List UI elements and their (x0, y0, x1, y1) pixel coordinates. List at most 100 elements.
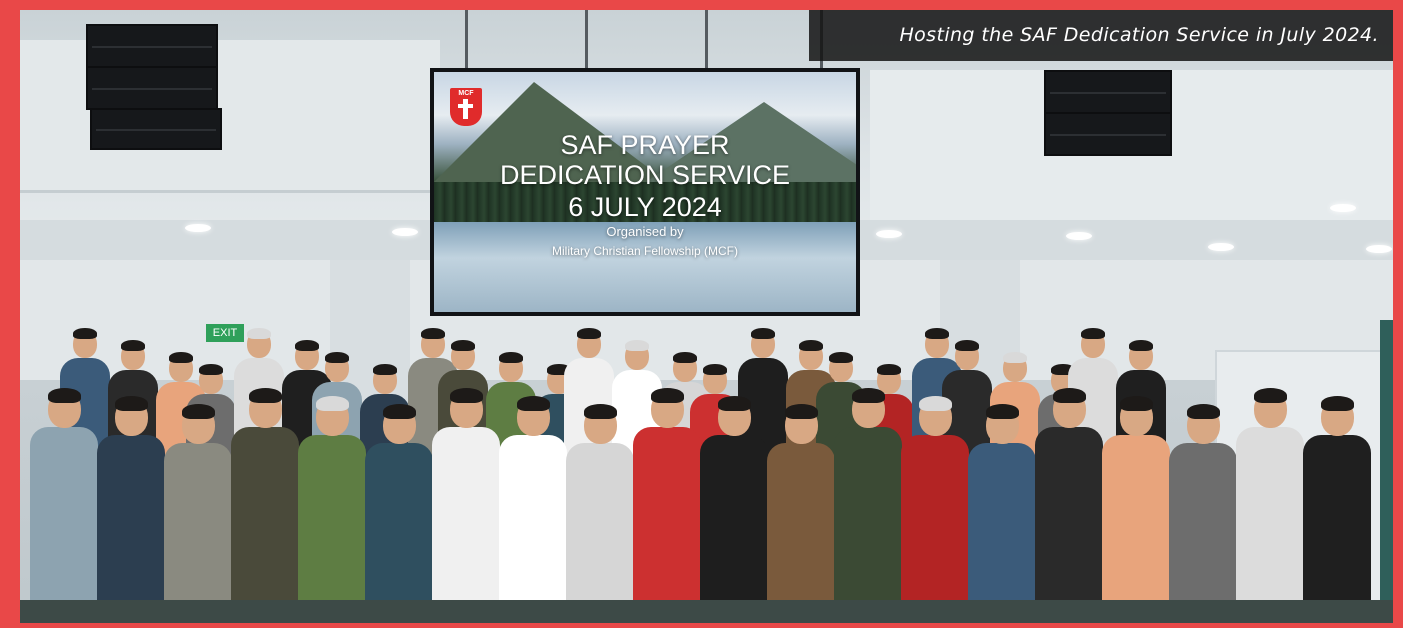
person-hair (798, 340, 823, 351)
person (633, 388, 702, 623)
person-hair (420, 328, 445, 339)
person-body (633, 427, 702, 623)
person-hair (1052, 388, 1086, 403)
person-body (566, 443, 635, 623)
person-hair (750, 328, 775, 339)
person-hair (650, 388, 684, 403)
person-hair (702, 364, 727, 375)
person-hair (1002, 352, 1027, 363)
person-hair (985, 404, 1019, 419)
person-hair (717, 396, 751, 411)
person (30, 388, 99, 623)
person-body (365, 443, 434, 623)
person (1236, 388, 1305, 623)
person-hair (449, 388, 483, 403)
person-body (1035, 427, 1104, 623)
ceiling-light-icon (1366, 245, 1392, 253)
ceiling-light-icon (876, 230, 902, 238)
person (1102, 396, 1171, 623)
slide-organised-label: Organised by (606, 224, 684, 239)
person-hair (954, 340, 979, 351)
projection-screen: MCF SAF PRAYER DEDICATION SERVICE 6 JULY… (430, 68, 860, 316)
group-photo: MCF SAF PRAYER DEDICATION SERVICE 6 JULY… (20, 10, 1393, 623)
person-body (97, 435, 166, 623)
speaker-icon (86, 24, 218, 68)
person-hair (918, 396, 952, 411)
person-body (1236, 427, 1305, 623)
person-body (767, 443, 836, 623)
ceiling-light-icon (1208, 243, 1234, 251)
person-hair (851, 388, 885, 403)
person-body (700, 435, 769, 623)
person-hair (72, 328, 97, 339)
person-hair (248, 388, 282, 403)
person-hair (372, 364, 397, 375)
person (700, 396, 769, 623)
person (164, 404, 233, 623)
speaker-icon (90, 108, 222, 150)
person-hair (516, 396, 550, 411)
person-hair (924, 328, 949, 339)
speaker-icon (1044, 112, 1172, 156)
ceiling-beam-left (20, 40, 440, 193)
ceiling-light-icon (185, 224, 211, 232)
person (901, 396, 970, 623)
person-body (1303, 435, 1372, 623)
person-hair (1080, 328, 1105, 339)
ceiling-light-icon (1330, 204, 1356, 212)
person-body (432, 427, 501, 623)
person-hair (1320, 396, 1354, 411)
person-body (298, 435, 367, 623)
caption-text: Hosting the SAF Dedication Service in Ju… (899, 24, 1379, 46)
slide-title-line2: DEDICATION SERVICE (499, 160, 791, 190)
person-hair (47, 388, 81, 403)
person (298, 396, 367, 623)
person-body (231, 427, 300, 623)
person-body (901, 435, 970, 623)
person-body (499, 435, 568, 623)
person (1303, 396, 1372, 623)
person (231, 388, 300, 623)
person-hair (294, 340, 319, 351)
mcf-logo-icon: MCF (450, 88, 482, 126)
person-hair (450, 340, 475, 351)
person (499, 396, 568, 623)
person-hair (246, 328, 271, 339)
cross-icon (458, 99, 473, 119)
screen-wire (465, 10, 468, 70)
person-hair (828, 352, 853, 363)
caption-banner: Hosting the SAF Dedication Service in Ju… (809, 10, 1393, 61)
person-hair (498, 352, 523, 363)
ceiling-light-icon (1066, 232, 1092, 240)
person-hair (784, 404, 818, 419)
floor (20, 600, 1393, 623)
slide-organiser: Military Christian Fellowship (MCF) (551, 244, 739, 258)
group-of-people (20, 320, 1393, 623)
person-hair (672, 352, 697, 363)
speaker-icon (1044, 70, 1172, 114)
person (365, 404, 434, 623)
person-hair (198, 364, 223, 375)
person-hair (1186, 404, 1220, 419)
person-hair (1119, 396, 1153, 411)
screen-slide: MCF SAF PRAYER DEDICATION SERVICE 6 JULY… (434, 72, 856, 312)
person-body (164, 443, 233, 623)
person-hair (1253, 388, 1287, 403)
person-hair (576, 328, 601, 339)
person-hair (1128, 340, 1153, 351)
speaker-icon (86, 66, 218, 110)
person-body (30, 427, 99, 623)
person (1169, 404, 1238, 623)
ceiling-light-icon (392, 228, 418, 236)
person-body (968, 443, 1037, 623)
screen-wire (585, 10, 588, 70)
person (432, 388, 501, 623)
person-hair (114, 396, 148, 411)
person-hair (324, 352, 349, 363)
person-hair (168, 352, 193, 363)
person-body (1169, 443, 1238, 623)
slide-date: 6 JULY 2024 (568, 192, 722, 222)
person-hair (382, 404, 416, 419)
person (834, 388, 903, 623)
person-body (834, 427, 903, 623)
